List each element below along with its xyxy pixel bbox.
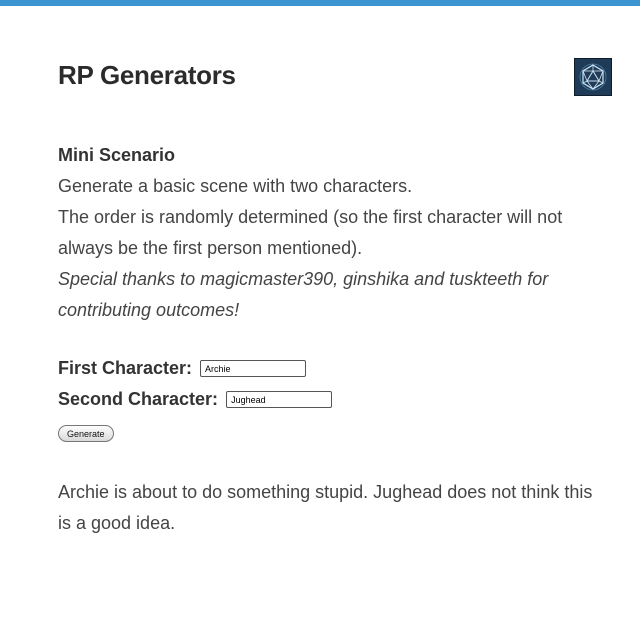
first-character-input[interactable]	[200, 360, 307, 377]
page-header: RP Generators	[58, 58, 612, 98]
d20-dice-icon-graphic	[579, 63, 607, 91]
d20-dice-icon[interactable]	[574, 58, 612, 96]
scenario-description-2: The order is randomly determined (so the…	[58, 207, 563, 258]
second-character-row: Second Character:	[58, 384, 598, 415]
page-title: RP Generators	[58, 60, 236, 90]
second-character-label: Second Character:	[58, 389, 219, 409]
top-accent-bar	[0, 0, 640, 6]
scenario-title: Mini Scenario	[58, 145, 176, 165]
scenario-thanks: Special thanks to magicmaster390, ginshi…	[58, 269, 549, 320]
generated-result: Archie is about to do something stupid. …	[58, 482, 593, 533]
character-form: First Character: Second Character: Gener…	[58, 353, 598, 442]
first-character-row: First Character:	[58, 353, 598, 384]
second-character-input[interactable]	[226, 391, 333, 408]
generate-button[interactable]: Generate	[58, 425, 114, 442]
main-content: Mini Scenario Generate a basic scene wit…	[58, 140, 598, 557]
first-character-label: First Character:	[58, 358, 193, 378]
scenario-description-1: Generate a basic scene with two characte…	[58, 176, 413, 196]
